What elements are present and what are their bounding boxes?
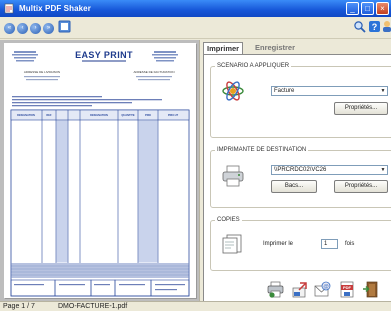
copies-group: COPIES Imprimer le 1 fois (210, 217, 391, 271)
printer-group-label: IMPRIMANTE DE DESTINATION (215, 147, 309, 153)
last-page-button[interactable]: » (43, 23, 54, 34)
toolbar: « ‹ › » ? (0, 17, 391, 39)
user-icon[interactable] (382, 20, 391, 33)
printer-icon (222, 165, 244, 187)
printer-group: IMPRIMANTE DE DESTINATION \\PRCRDC02\VC2… (210, 147, 391, 208)
copies-count-input[interactable]: 1 (321, 239, 338, 249)
minimize-button[interactable]: _ (346, 2, 359, 15)
svg-text:DESIGNATION: DESIGNATION (17, 113, 35, 117)
tab-imprimer[interactable]: Imprimer (203, 42, 244, 54)
title-bar: Multix PDF Shaker _ □ × (0, 0, 391, 17)
help-icon[interactable]: ? (368, 20, 381, 33)
svg-text:@: @ (323, 284, 329, 290)
trays-button[interactable]: Bacs... (271, 180, 317, 193)
first-page-button[interactable]: « (4, 23, 15, 34)
previous-page-button[interactable]: ‹ (17, 23, 28, 34)
page-counter: Page 1 / 7 (3, 303, 35, 310)
maximize-button[interactable]: □ (361, 2, 374, 15)
next-page-button[interactable]: › (30, 23, 41, 34)
scenario-select[interactable]: Facture ▼ (271, 86, 388, 96)
svg-text:PDF: PDF (343, 285, 352, 290)
scenario-select-value: Facture (274, 88, 295, 94)
zoom-icon[interactable] (353, 20, 366, 33)
copies-icon (222, 234, 242, 254)
copies-times-label: fois (345, 241, 355, 247)
send-icon[interactable] (291, 281, 308, 298)
chevron-down-icon: ▼ (379, 166, 387, 174)
scenario-icon (222, 81, 244, 101)
settings-panel: Imprimer Enregistrer SCENARIO A APPLIQUE… (199, 40, 391, 301)
svg-text:QUANTITE: QUANTITE (121, 113, 135, 117)
printer-select-value: \\PRCRDC02\VC26 (274, 167, 327, 173)
printer-properties-button[interactable]: Propriétés... (334, 180, 388, 193)
printer-select[interactable]: \\PRCRDC02\VC26 ▼ (271, 165, 388, 175)
tab-content: SCENARIO A APPLIQUER Facture ▼ Propriété… (203, 54, 391, 301)
scenario-group: SCENARIO A APPLIQUER Facture ▼ Propriété… (210, 63, 391, 138)
copies-group-label: COPIES (215, 217, 242, 223)
svg-text:DESIGNATION: DESIGNATION (90, 113, 108, 117)
copies-print-label: Imprimer le (263, 241, 294, 247)
document-left-header: ADRESSE DE LIVRAISON (24, 70, 60, 74)
scenario-properties-button[interactable]: Propriétés... (334, 102, 388, 115)
svg-text:PRIX HT: PRIX HT (168, 113, 179, 117)
window-title: Multix PDF Shaker (19, 4, 91, 13)
svg-text:REF: REF (46, 113, 52, 117)
print-icon[interactable] (267, 281, 284, 298)
document-preview: EASY PRINT ADRESSE DE LIVRAISON ADRESSE … (10, 49, 190, 297)
email-icon[interactable]: @ (314, 281, 331, 298)
exit-icon[interactable] (362, 281, 379, 298)
document-viewer[interactable]: EASY PRINT ADRESSE DE LIVRAISON ADRESSE … (0, 40, 199, 301)
document-page: EASY PRINT ADRESSE DE LIVRAISON ADRESSE … (4, 43, 196, 298)
svg-text:?: ? (372, 22, 378, 32)
svg-text:PRIX: PRIX (145, 113, 151, 117)
status-bar: Page 1 / 7 DMO-FACTURE-1.pdf (0, 301, 391, 311)
chevron-down-icon: ▼ (379, 87, 387, 95)
pdf-icon[interactable]: PDF (339, 281, 356, 298)
app-icon (4, 3, 14, 14)
scenario-group-label: SCENARIO A APPLIQUER (215, 63, 292, 69)
document-logo: EASY PRINT (75, 50, 133, 60)
tab-enregistrer[interactable]: Enregistrer (252, 42, 298, 54)
close-button[interactable]: × (376, 2, 389, 15)
document-right-header: ADRESSE DE FACTURATION (133, 70, 174, 74)
page-view-icon[interactable] (58, 20, 71, 33)
file-name: DMO-FACTURE-1.pdf (58, 303, 128, 310)
